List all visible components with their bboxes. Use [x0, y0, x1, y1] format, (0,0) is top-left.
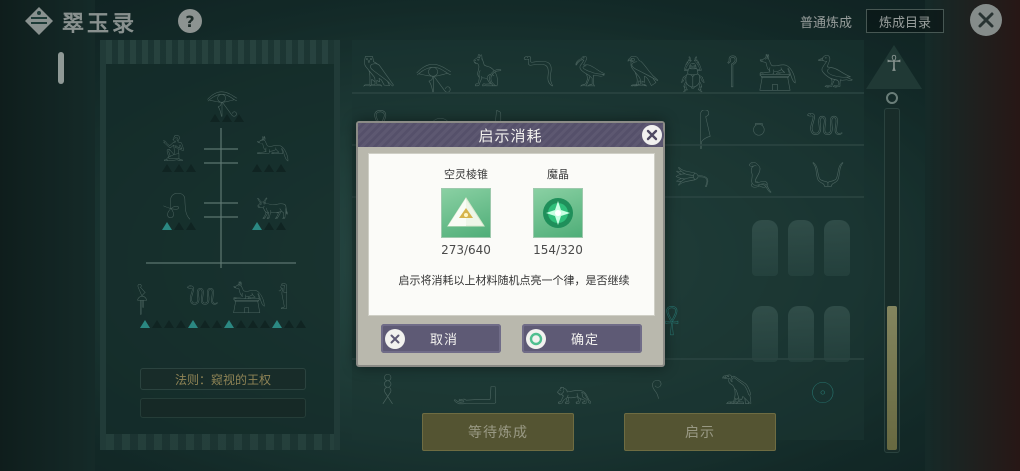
material-item: 空灵棱锥 273/640 — [421, 166, 511, 257]
cancel-label: 取消 — [429, 333, 458, 348]
material-count: 273/640 — [441, 243, 491, 257]
material-count: 154/320 — [533, 243, 583, 257]
dialog-close-button[interactable] — [640, 123, 664, 147]
cancel-button[interactable]: 取消 — [381, 324, 501, 353]
material-name: 空灵棱锥 — [444, 168, 488, 181]
magic-crystal-orb-icon[interactable] — [533, 188, 583, 238]
confirm-button[interactable]: 确定 — [522, 324, 642, 353]
confirm-circle-icon — [526, 328, 546, 349]
crystal-pyramid-icon[interactable] — [441, 188, 491, 238]
dialog-notice: 启示将消耗以上材料随机点亮一个律，是否继续 — [398, 274, 630, 287]
dialog-title: 启示消耗 — [478, 126, 543, 145]
confirm-label: 确定 — [570, 333, 599, 348]
close-icon — [646, 129, 658, 141]
material-name: 魔晶 — [547, 168, 569, 181]
dialog-body: 空灵棱锥 273/640 魔晶 154/320 启示将消耗以上材料随机点亮一个律… — [368, 153, 655, 316]
material-item: 魔晶 154/320 — [513, 166, 603, 257]
reveal-cost-dialog: 启示消耗 空灵棱锥 273/640 魔晶 154/320 启示将消耗以上材料随机… — [356, 121, 665, 367]
dialog-header: 启示消耗 — [358, 123, 663, 147]
cancel-x-icon — [385, 328, 405, 349]
